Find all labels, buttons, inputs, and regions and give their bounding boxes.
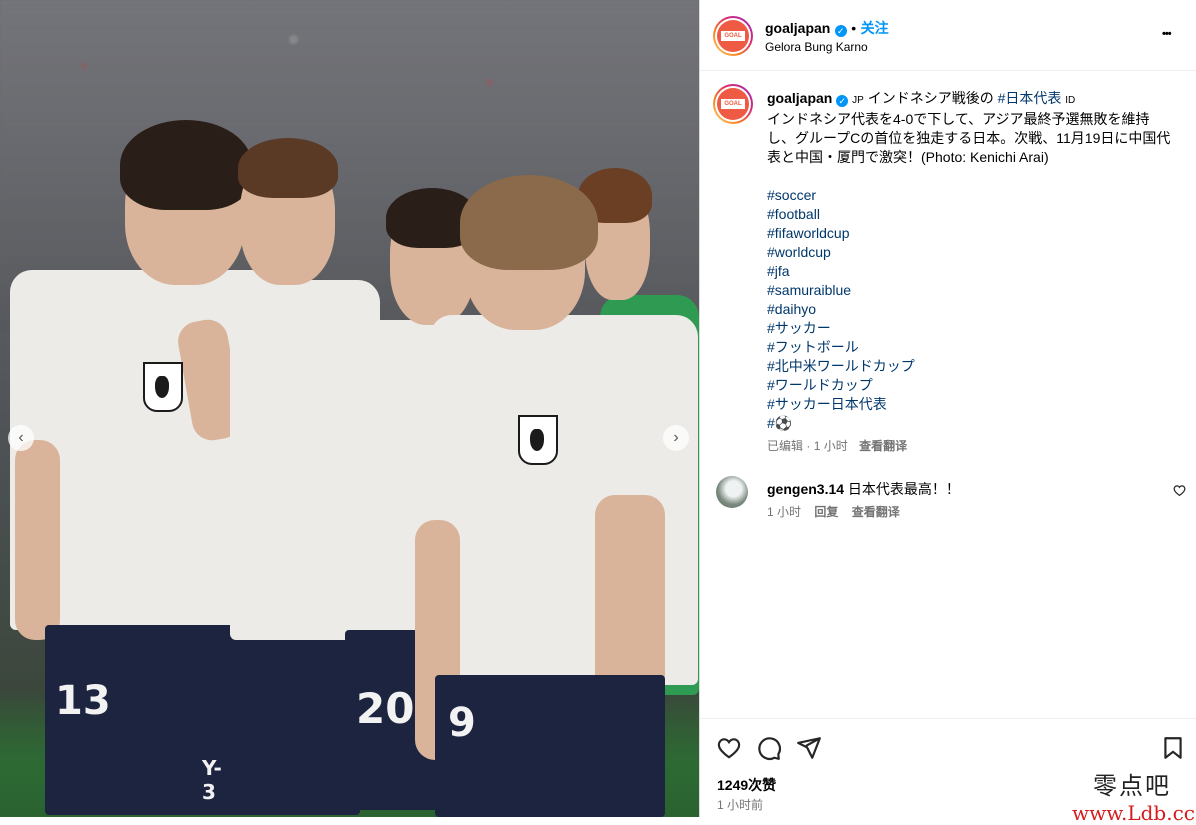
verified-badge-icon: ✓ bbox=[834, 25, 847, 37]
verified-badge-icon: ✓ bbox=[836, 95, 849, 107]
carousel-next-button[interactable]: › bbox=[663, 425, 689, 451]
caption-body: インドネシア代表を4-0で下して、アジア最終予選無敗を維持し、グループCの首位を… bbox=[767, 111, 1171, 165]
hashtag-link[interactable]: #daihyo bbox=[767, 300, 1177, 319]
caption-username[interactable]: goaljapan bbox=[767, 90, 832, 106]
hashtag-link[interactable]: #jfa bbox=[767, 262, 1177, 281]
site-watermark: 零点吧 www.Ldb.cc bbox=[1072, 766, 1195, 825]
comment-like-heart-icon[interactable] bbox=[1173, 484, 1186, 497]
carousel-prev-button[interactable]: ‹ bbox=[8, 425, 34, 451]
hashtag-link[interactable]: #日本代表 bbox=[998, 90, 1062, 106]
watermark-url: www.Ldb.cc bbox=[1072, 801, 1195, 825]
chevron-left-icon: ‹ bbox=[18, 429, 24, 446]
goal-logo-text: GOAL bbox=[721, 99, 745, 109]
post-header: GOAL goaljapan ✓ • 关注 Gelora Bung Karno … bbox=[700, 0, 1196, 71]
lang-tag-jp: JP bbox=[852, 95, 864, 106]
hashtag-link[interactable]: #worldcup bbox=[767, 243, 1177, 262]
jersey-number: 20 bbox=[356, 684, 415, 733]
post-caption: goaljapan ✓ JP インドネシア戦後の #日本代表 ID インドネシア… bbox=[767, 89, 1177, 456]
meta-dot: · bbox=[806, 439, 811, 453]
comment-bubble-icon[interactable] bbox=[756, 735, 782, 761]
hashtag-link[interactable]: #ワールドカップ bbox=[767, 376, 1177, 395]
jersey-number: 9 bbox=[448, 700, 476, 746]
comment-text: 日本代表最高！！ bbox=[847, 481, 960, 497]
post-side-panel: GOAL goaljapan ✓ • 关注 Gelora Bung Karno … bbox=[700, 0, 1196, 817]
brand-logo: Y-3 bbox=[202, 756, 222, 804]
chevron-right-icon: › bbox=[673, 429, 679, 446]
post-location[interactable]: Gelora Bung Karno bbox=[765, 40, 868, 54]
hashtag-link[interactable]: #fifaworldcup bbox=[767, 224, 1177, 243]
author-avatar[interactable]: GOAL bbox=[713, 16, 753, 56]
watermark-title: 零点吧 bbox=[1093, 772, 1171, 800]
commenter-avatar[interactable] bbox=[716, 476, 748, 508]
goal-logo-text: GOAL bbox=[721, 31, 745, 41]
hashtag-link[interactable]: #北中米ワールドカップ bbox=[767, 357, 1177, 376]
hashtag-link[interactable]: #サッカー日本代表 bbox=[767, 395, 1177, 414]
like-heart-icon[interactable] bbox=[716, 735, 742, 761]
separator-dot: • bbox=[851, 20, 857, 36]
author-username[interactable]: goaljapan bbox=[765, 20, 830, 36]
hashtag-link[interactable]: #⚽ bbox=[767, 414, 1177, 433]
caption-avatar[interactable]: GOAL bbox=[713, 84, 753, 124]
save-bookmark-icon[interactable] bbox=[1160, 735, 1186, 761]
like-count[interactable]: 1249次赞 bbox=[717, 775, 776, 795]
comment-time: 1 小时 bbox=[767, 505, 802, 519]
post-timestamp[interactable]: 1 小时前 bbox=[717, 796, 763, 813]
more-options-icon[interactable]: ••• bbox=[1162, 28, 1172, 40]
follow-button[interactable]: 关注 bbox=[861, 20, 889, 36]
hashtag-link[interactable]: #サッカー bbox=[767, 319, 1177, 338]
hashtag-list: #soccer #football #fifaworldcup #worldcu… bbox=[767, 186, 1177, 433]
comment-item: gengen3.14 日本代表最高！！ 1 小时 回复 查看翻译 bbox=[716, 476, 1186, 526]
see-translation-link[interactable]: 查看翻译 bbox=[859, 439, 907, 453]
hashtag-link[interactable]: #football bbox=[767, 205, 1177, 224]
post-photo[interactable]: 13 Y-3 20 9 ‹ › bbox=[0, 0, 699, 817]
commenter-username[interactable]: gengen3.14 bbox=[767, 481, 844, 497]
caption-time: 1 小时 bbox=[813, 439, 848, 453]
share-paper-plane-icon[interactable] bbox=[796, 735, 822, 761]
hashtag-link[interactable]: #フットボール bbox=[767, 338, 1177, 357]
lang-tag-id: ID bbox=[1065, 95, 1076, 106]
hashtag-link[interactable]: #soccer bbox=[767, 186, 1177, 205]
caption-intro: インドネシア戦後の bbox=[867, 90, 994, 106]
reply-button[interactable]: 回复 bbox=[814, 505, 838, 519]
jersey-number: 13 bbox=[55, 678, 111, 724]
hashtag-link[interactable]: #samuraiblue bbox=[767, 281, 1177, 300]
comment-translate-link[interactable]: 查看翻译 bbox=[852, 505, 900, 519]
edited-label: 已编辑 bbox=[767, 439, 804, 453]
